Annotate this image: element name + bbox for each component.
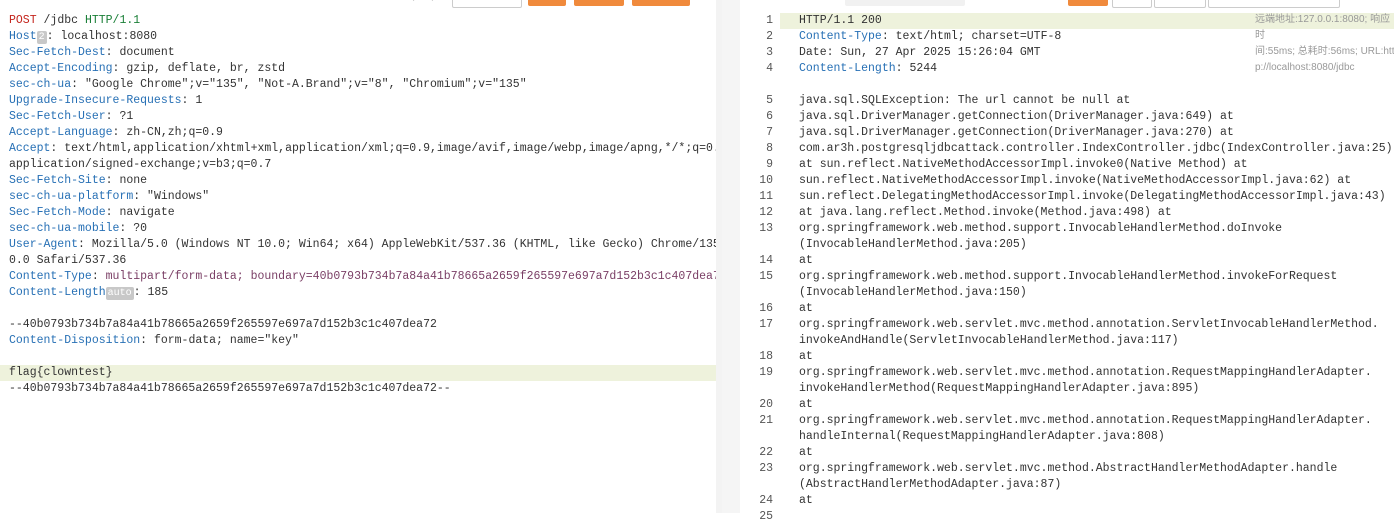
request-editor[interactable]: ‹ › × POST /jdbc HTTP/1.1 Host2: localho… bbox=[0, 0, 741, 513]
auto-badge: auto bbox=[105, 287, 134, 300]
response-body-line: at sun.reflect.NativeMethodAccessorImpl.… bbox=[799, 158, 1248, 171]
more-icon[interactable]: × bbox=[700, 0, 706, 5]
info-line: 远端地址:127.0.0.1:8080; 响应时 bbox=[1255, 14, 1391, 41]
response-header: Content-Type: text/html; charset=UTF-8 bbox=[799, 30, 1062, 43]
response-status-line: HTTP/1.1 200 bbox=[799, 14, 882, 27]
line-number: 7 bbox=[766, 126, 773, 139]
response-body-line: at bbox=[799, 398, 813, 411]
chevron-left-icon[interactable]: ‹ bbox=[410, 0, 416, 5]
response-body-line: at bbox=[799, 350, 813, 363]
line-number: 18 bbox=[759, 350, 773, 363]
header-content-length: Content-Length auto: 185 bbox=[9, 286, 169, 300]
line-number: 16 bbox=[759, 302, 773, 315]
boundary-end: --40b0793b734b7a84a41b78665a2659f265597e… bbox=[9, 382, 451, 395]
response-size-pill bbox=[845, 0, 965, 6]
line-number: 8 bbox=[766, 142, 773, 155]
response-body-line: at java.lang.reflect.Method.invoke(Metho… bbox=[799, 206, 1172, 219]
toolbar-button[interactable] bbox=[1154, 0, 1206, 8]
header-line: Sec-Fetch-Site: none bbox=[9, 174, 148, 187]
toolbar-orange-button[interactable] bbox=[632, 0, 690, 6]
boundary-start: --40b0793b734b7a84a41b78665a2659f265597e… bbox=[9, 318, 437, 331]
line-number: 11 bbox=[759, 190, 773, 203]
response-body-line: (AbstractHandlerMethodAdapter.java:87) bbox=[799, 478, 1062, 491]
header-content-disposition: Content-Disposition: form-data; name="ke… bbox=[9, 334, 299, 347]
response-body-line: at bbox=[799, 446, 813, 459]
toolbar-orange-button[interactable] bbox=[574, 0, 624, 6]
header-accept: Accept: text/html,application/xhtml+xml,… bbox=[9, 142, 734, 155]
response-body-line: org.springframework.web.method.support.I… bbox=[799, 222, 1283, 235]
info-line: 间:55ms; 总耗时:56ms; URL:htt bbox=[1255, 46, 1394, 57]
response-body-line: org.springframework.web.servlet.mvc.meth… bbox=[799, 414, 1372, 427]
response-body-line: invokeAndHandle(ServletInvocableHandlerM… bbox=[799, 334, 1179, 347]
header-line: sec-ch-ua: "Google Chrome";v="135", "Not… bbox=[9, 78, 527, 91]
header-line: Accept-Language: zh-CN,zh;q=0.9 bbox=[9, 126, 223, 139]
line-number: 22 bbox=[759, 446, 773, 459]
line-number: 13 bbox=[759, 222, 773, 235]
header-line: sec-ch-ua-platform: "Windows" bbox=[9, 190, 210, 203]
header-user-agent-cont: 0.0 Safari/537.36 bbox=[9, 254, 127, 267]
line-number: 1 bbox=[766, 14, 773, 27]
header-line: Sec-Fetch-Mode: navigate bbox=[9, 206, 175, 219]
header-host: Host 2: localhost:8080 bbox=[9, 30, 158, 44]
body-value: flag{clowntest} bbox=[9, 366, 113, 379]
line-number: 20 bbox=[759, 398, 773, 411]
header-line: Accept-Encoding: gzip, deflate, br, zstd bbox=[9, 62, 286, 75]
panel-divider[interactable] bbox=[722, 0, 740, 513]
toolbar-orange-button[interactable] bbox=[1068, 0, 1108, 6]
response-body-line: (InvocableHandlerMethod.java:150) bbox=[799, 286, 1027, 299]
response-header: Content-Length: 5244 bbox=[799, 62, 938, 75]
header-line: Sec-Fetch-Dest: document bbox=[9, 46, 175, 59]
header-user-agent: User-Agent: Mozilla/5.0 (Windows NT 10.0… bbox=[9, 238, 741, 251]
response-body-line: java.sql.DriverManager.getConnection(Dri… bbox=[799, 110, 1234, 123]
line-number: 15 bbox=[759, 270, 773, 283]
host-badge: 2 bbox=[36, 31, 47, 44]
info-line: p://localhost:8080/jdbc bbox=[1255, 62, 1355, 73]
response-body-line: sun.reflect.NativeMethodAccessorImpl.inv… bbox=[799, 174, 1352, 187]
line-number: 9 bbox=[766, 158, 773, 171]
line-number: 25 bbox=[759, 510, 773, 523]
response-body-line: at bbox=[799, 494, 813, 507]
response-body-line: handleInternal(RequestMappingHandlerAdap… bbox=[799, 430, 1165, 443]
response-body-line: com.ar3h.postgresqljdbcattack.controller… bbox=[799, 142, 1393, 155]
line-number: 10 bbox=[759, 174, 773, 187]
line-number: 21 bbox=[759, 414, 773, 427]
response-header: Date: Sun, 27 Apr 2025 15:26:04 GMT bbox=[799, 46, 1041, 59]
response-body-line: org.springframework.web.servlet.mvc.meth… bbox=[799, 318, 1379, 331]
line-number: 17 bbox=[759, 318, 773, 331]
response-body-line: org.springframework.web.servlet.mvc.meth… bbox=[799, 366, 1372, 379]
response-body-line: org.springframework.web.servlet.mvc.meth… bbox=[799, 462, 1338, 475]
response-body-line: java.sql.SQLException: The url cannot be… bbox=[799, 94, 1131, 107]
line-number: 2 bbox=[766, 30, 773, 43]
line-number: 14 bbox=[759, 254, 773, 267]
request-line: POST /jdbc HTTP/1.1 bbox=[9, 14, 141, 27]
response-body-line: at bbox=[799, 254, 813, 267]
response-body-line: (InvocableHandlerMethod.java:205) bbox=[799, 238, 1027, 251]
header-accept-cont: application/signed-exchange;v=b3;q=0.7 bbox=[9, 158, 272, 171]
line-number: 19 bbox=[759, 366, 773, 379]
header-line: Upgrade-Insecure-Requests: 1 bbox=[9, 94, 203, 107]
header-line: sec-ch-ua-mobile: ?0 bbox=[9, 222, 148, 235]
line-number: 6 bbox=[766, 110, 773, 123]
chevron-right-icon[interactable]: › bbox=[430, 0, 436, 5]
toolbar-orange-button[interactable] bbox=[528, 0, 566, 6]
toolbar-button[interactable] bbox=[1112, 0, 1152, 8]
header-line: Sec-Fetch-User: ?1 bbox=[9, 110, 134, 123]
line-number: 4 bbox=[766, 62, 773, 75]
response-body-line: at bbox=[799, 302, 813, 315]
request-info-panel: 远端地址:127.0.0.1:8080; 响应时 间:55ms; 总耗时:56m… bbox=[1255, 12, 1394, 76]
toolbar-button[interactable] bbox=[452, 0, 522, 8]
line-number: 24 bbox=[759, 494, 773, 507]
line-number: 3 bbox=[766, 46, 773, 59]
line-number: 12 bbox=[759, 206, 773, 219]
response-body-line: org.springframework.web.method.support.I… bbox=[799, 270, 1338, 283]
response-body-line: sun.reflect.DelegatingMethodAccessorImpl… bbox=[799, 190, 1386, 203]
response-body-line: invokeHandlerMethod(RequestMappingHandle… bbox=[799, 382, 1200, 395]
line-number: 23 bbox=[759, 462, 773, 475]
header-content-type: Content-Type: multipart/form-data; bound… bbox=[9, 270, 727, 283]
line-number: 5 bbox=[766, 94, 773, 107]
response-search-input[interactable] bbox=[1208, 0, 1340, 8]
response-viewer[interactable]: 1 2 3 4 5 6 7 8 9 10 11 12 13 14 15 16 17 18 19 20 21 22 23 24 2… bbox=[740, 0, 1394, 523]
response-body-line: java.sql.DriverManager.getConnection(Dri… bbox=[799, 126, 1234, 139]
